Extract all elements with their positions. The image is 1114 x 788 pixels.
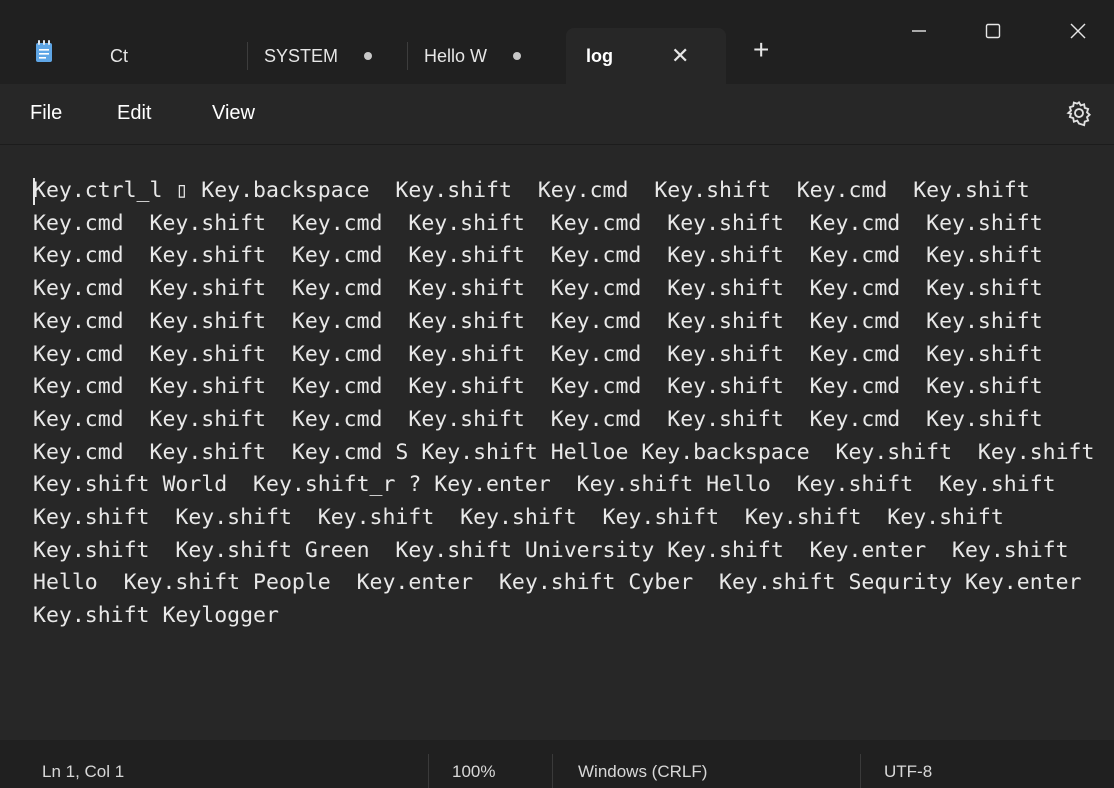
tab-ct[interactable]: Ct	[100, 28, 240, 84]
new-tab-button[interactable]: +	[753, 36, 769, 64]
maximize-icon	[985, 23, 1001, 39]
editor-content[interactable]: Key.ctrl_l ▯ Key.backspace Key.shift Key…	[33, 175, 1103, 633]
unsaved-dot-icon	[513, 52, 522, 60]
encoding[interactable]: UTF-8	[884, 762, 932, 782]
title-bar: Ct SYSTEM Hello W log ✕ +	[0, 0, 1114, 84]
tab-label: Hello W	[424, 45, 488, 66]
menu-view[interactable]: View	[212, 102, 255, 125]
menu-file[interactable]: File	[30, 102, 62, 125]
menu-edit[interactable]: Edit	[117, 102, 151, 125]
cursor-position[interactable]: Ln 1, Col 1	[42, 762, 124, 782]
unsaved-dot-icon	[364, 52, 373, 60]
line-ending[interactable]: Windows (CRLF)	[578, 762, 707, 782]
menu-bar: File Edit View	[0, 84, 1114, 144]
status-separator	[860, 754, 861, 788]
tab-separator	[407, 42, 408, 70]
text-editor[interactable]: Key.ctrl_l ▯ Key.backspace Key.shift Key…	[0, 144, 1114, 741]
tab-label: Ct	[110, 45, 128, 66]
tab-log[interactable]: log ✕	[566, 28, 726, 84]
maximize-button[interactable]	[973, 14, 1013, 48]
minimize-button[interactable]	[899, 14, 939, 48]
tab-close-icon[interactable]: ✕	[671, 43, 689, 69]
notepad-icon	[36, 40, 52, 62]
gear-icon[interactable]	[1064, 98, 1094, 128]
close-window-button[interactable]	[1058, 14, 1098, 48]
tab-label: SYSTEM	[264, 45, 339, 66]
tab-label: log	[586, 45, 613, 66]
close-icon	[1070, 23, 1086, 39]
status-bar: Ln 1, Col 1 100% Windows (CRLF) UTF-8	[0, 740, 1114, 788]
zoom-level[interactable]: 100%	[452, 762, 495, 782]
status-separator	[552, 754, 553, 788]
tab-separator	[247, 42, 248, 70]
status-separator	[428, 754, 429, 788]
tab-hello-w[interactable]: Hello W	[412, 28, 560, 84]
tab-system[interactable]: SYSTEM	[252, 28, 400, 84]
minimize-icon	[912, 30, 926, 32]
